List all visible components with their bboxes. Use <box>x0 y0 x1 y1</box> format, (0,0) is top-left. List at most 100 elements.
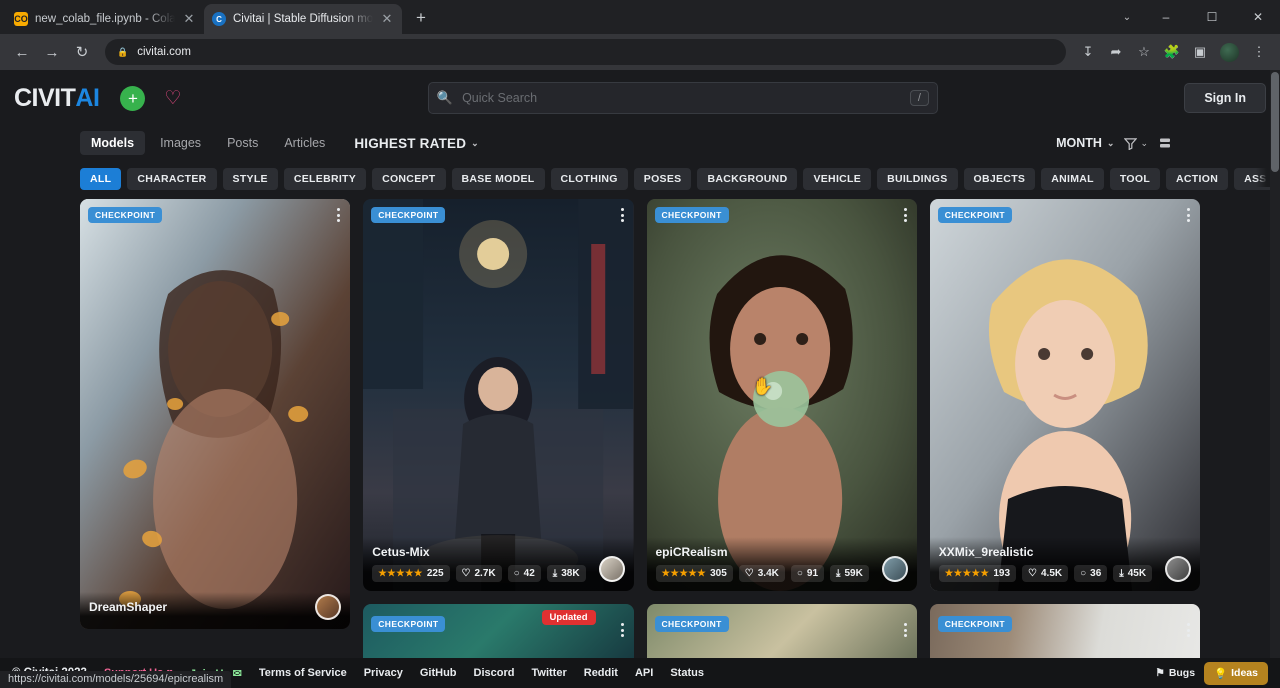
window-close-icon[interactable]: ✕ <box>1236 3 1280 31</box>
sort-dropdown[interactable]: HIGHEST RATED ⌄ <box>354 136 479 151</box>
model-card[interactable]: CHECKPOINT XXMix_9realistic ★★★★★ 193 <box>930 199 1200 591</box>
tab-images[interactable]: Images <box>149 131 212 155</box>
bugs-button[interactable]: ⚑ Bugs <box>1155 667 1195 679</box>
like-count: 2.7K <box>475 568 496 579</box>
scrollbar-thumb[interactable] <box>1271 72 1279 172</box>
create-plus-button[interactable]: + <box>120 86 145 111</box>
category-chip-concept[interactable]: CONCEPT <box>372 168 445 190</box>
ideas-button[interactable]: 💡 Ideas <box>1204 662 1268 685</box>
model-grid-area: CHECKPOINT DreamShaper <box>0 192 1280 684</box>
model-card[interactable]: CHECKPOINT DreamShaper <box>80 199 350 629</box>
creator-avatar[interactable] <box>599 556 625 582</box>
footer-link-privacy[interactable]: Privacy <box>364 667 403 679</box>
footer-link-discord[interactable]: Discord <box>474 667 515 679</box>
footer-link-terms[interactable]: Terms of Service <box>259 667 347 679</box>
share-icon[interactable]: ➦ <box>1103 39 1129 65</box>
address-bar-url: civitai.com <box>137 46 191 58</box>
creator-avatar[interactable] <box>1165 556 1191 582</box>
model-card[interactable]: CHECKPOINT epiCRealism ★★★★★ 305 ♡ <box>647 199 917 591</box>
comment-count: 36 <box>1090 568 1101 579</box>
new-tab-button[interactable]: + <box>410 8 432 28</box>
star-icon: ★★★★★ <box>662 568 707 579</box>
card-menu-button[interactable] <box>618 620 627 640</box>
like-stat: ♡ 2.7K <box>456 565 502 582</box>
tab-models[interactable]: Models <box>80 131 145 155</box>
model-card[interactable]: CHECKPOINT Cetus-Mix ★★★★★ 225 ♡ <box>363 199 633 591</box>
page-content: CIVITAI + ♡ 🔍 Quick Search / Sign In Mod… <box>0 70 1280 688</box>
footer-link-twitter[interactable]: Twitter <box>532 667 567 679</box>
sidepanel-icon[interactable]: ▣ <box>1187 39 1213 65</box>
category-chip-animal[interactable]: ANIMAL <box>1041 168 1104 190</box>
category-chip-buildings[interactable]: BUILDINGS <box>877 168 957 190</box>
heart-icon[interactable]: ♡ <box>164 87 181 110</box>
search-input[interactable]: 🔍 Quick Search / <box>428 82 938 114</box>
category-chip-style[interactable]: STYLE <box>223 168 278 190</box>
back-icon[interactable]: ← <box>8 38 36 66</box>
model-type-badge: CHECKPOINT <box>938 207 1012 223</box>
chrome-menu-icon[interactable]: ⋮ <box>1246 39 1272 65</box>
civitai-logo[interactable]: CIVITAI <box>14 84 99 113</box>
forward-icon[interactable]: → <box>38 38 66 66</box>
filter-funnel-icon[interactable]: ⌄ <box>1124 137 1148 150</box>
site-header: CIVITAI + ♡ 🔍 Quick Search / Sign In <box>0 70 1280 126</box>
install-icon[interactable]: ↧ <box>1075 39 1101 65</box>
category-chip-action[interactable]: ACTION <box>1166 168 1228 190</box>
tab-posts[interactable]: Posts <box>216 131 269 155</box>
chevron-down-icon: ⌄ <box>1107 138 1115 149</box>
ideas-label: Ideas <box>1231 667 1258 679</box>
footer-link-status[interactable]: Status <box>670 667 704 679</box>
colab-icon: CO <box>14 12 28 26</box>
card-menu-button[interactable] <box>334 205 343 225</box>
bookmark-star-icon[interactable]: ☆ <box>1131 39 1157 65</box>
footer-link-github[interactable]: GitHub <box>420 667 457 679</box>
model-card-footer: XXMix_9realistic ★★★★★ 193 ♡ 4.5K <box>930 537 1200 591</box>
browser-tab-title: new_colab_file.ipynb - Colaborat... <box>35 13 175 25</box>
category-chip-celebrity[interactable]: CELEBRITY <box>284 168 366 190</box>
category-chip-poses[interactable]: POSES <box>634 168 692 190</box>
category-chip-all[interactable]: ALL <box>80 168 121 190</box>
chevron-down-icon[interactable]: ⌄ <box>1112 3 1142 31</box>
browser-tab-colab[interactable]: CO new_colab_file.ipynb - Colaborat... ✕ <box>6 4 204 34</box>
download-stat: ⤓ 45K <box>1113 565 1152 582</box>
category-chip-vehicle[interactable]: VEHICLE <box>803 168 871 190</box>
browser-tab-title: Civitai | Stable Diffusion models, <box>233 13 373 25</box>
category-chip-objects[interactable]: OBJECTS <box>964 168 1036 190</box>
chevron-down-icon: ⌄ <box>471 138 479 149</box>
maximize-icon[interactable]: ☐ <box>1190 3 1234 31</box>
category-chip-row[interactable]: ALL CHARACTER STYLE CELEBRITY CONCEPT BA… <box>0 160 1280 192</box>
download-icon: ⤓ <box>836 568 840 579</box>
card-menu-button[interactable] <box>901 205 910 225</box>
period-dropdown-label: MONTH <box>1056 136 1102 150</box>
close-icon[interactable]: ✕ <box>380 11 394 27</box>
extensions-icon[interactable]: 🧩 <box>1159 39 1185 65</box>
page-scrollbar[interactable]: ▼ <box>1270 70 1280 688</box>
layout-toggle-icon[interactable] <box>1158 136 1172 150</box>
minimize-icon[interactable]: – <box>1144 3 1188 31</box>
card-menu-button[interactable] <box>1184 620 1193 640</box>
footer-link-reddit[interactable]: Reddit <box>584 667 618 679</box>
card-menu-button[interactable] <box>1184 205 1193 225</box>
rating-stat: ★★★★★ 305 <box>656 565 733 582</box>
category-chip-tool[interactable]: TOOL <box>1110 168 1160 190</box>
footer-link-api[interactable]: API <box>635 667 653 679</box>
address-bar[interactable]: 🔒 civitai.com <box>105 39 1066 65</box>
card-menu-button[interactable] <box>618 205 627 225</box>
category-chip-base-model[interactable]: BASE MODEL <box>452 168 545 190</box>
download-count: 38K <box>561 568 579 579</box>
grid-column: CHECKPOINT DreamShaper <box>80 199 350 684</box>
close-icon[interactable]: ✕ <box>182 11 196 27</box>
category-chip-character[interactable]: CHARACTER <box>127 168 216 190</box>
browser-tab-civitai[interactable]: C Civitai | Stable Diffusion models, ✕ <box>204 4 402 34</box>
category-chip-background[interactable]: BACKGROUND <box>697 168 797 190</box>
sign-in-button[interactable]: Sign In <box>1184 83 1266 113</box>
profile-avatar[interactable] <box>1220 43 1239 62</box>
category-chip-clothing[interactable]: CLOTHING <box>551 168 628 190</box>
tab-articles[interactable]: Articles <box>273 131 336 155</box>
card-menu-button[interactable] <box>901 620 910 640</box>
download-icon: ⤓ <box>1119 568 1123 579</box>
footer-actions: ⚑ Bugs 💡 Ideas <box>1155 662 1268 685</box>
reload-icon[interactable]: ↻ <box>68 38 96 66</box>
flag-icon: ⚑ <box>1155 667 1164 679</box>
creator-avatar[interactable] <box>882 556 908 582</box>
period-dropdown[interactable]: MONTH ⌄ <box>1056 136 1114 150</box>
